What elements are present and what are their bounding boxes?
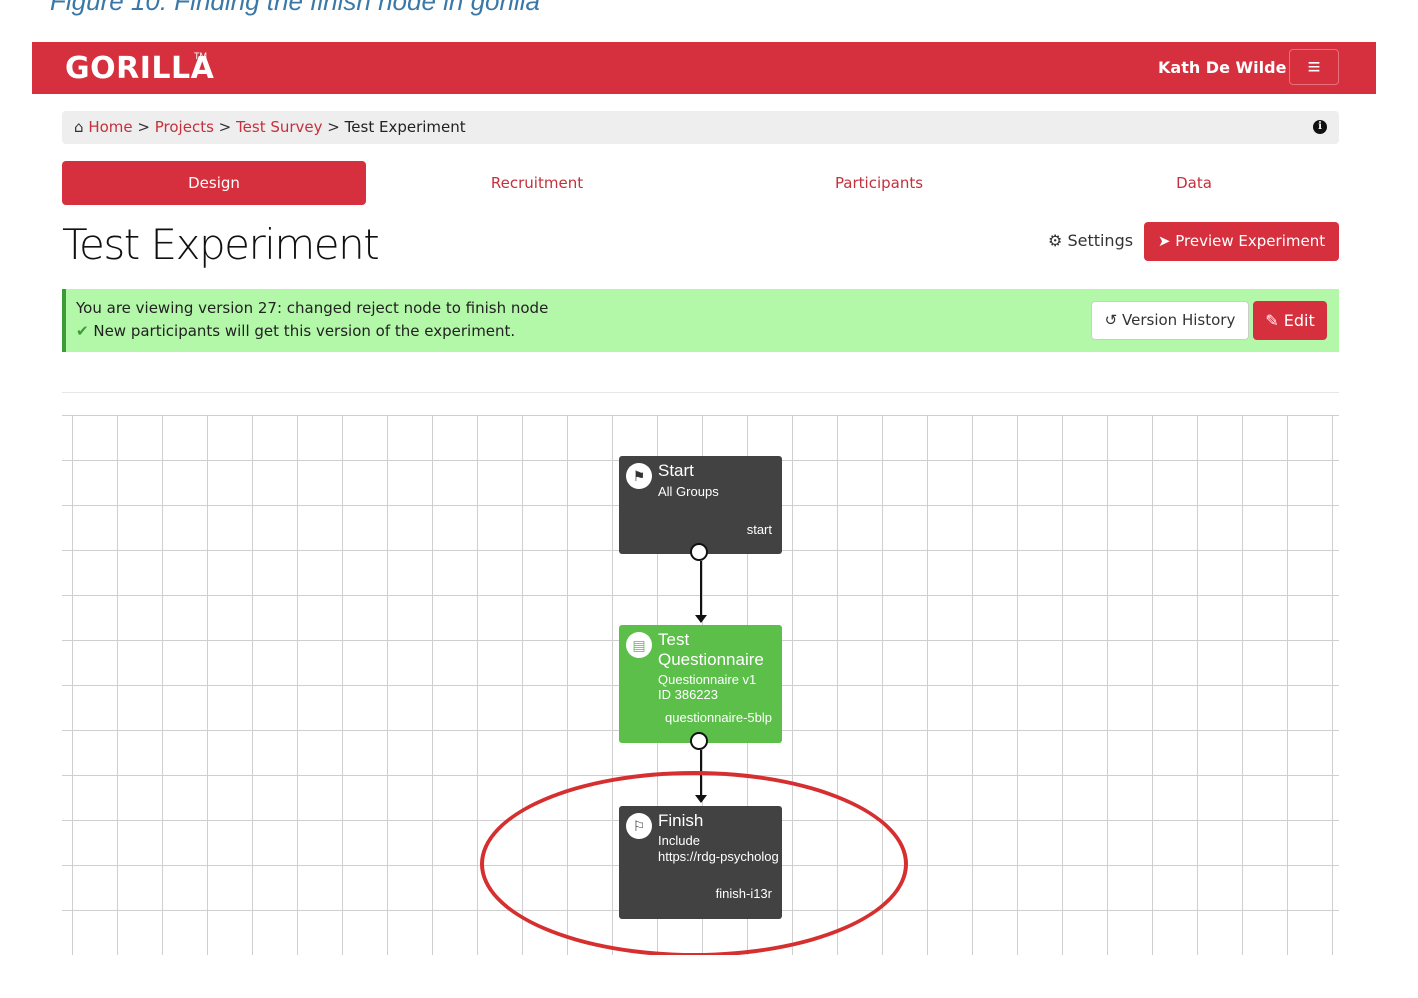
breadcrumb-test-survey[interactable]: Test Survey [236,118,322,136]
list-icon: ▤ [626,632,652,658]
version-info: You are viewing version 27: changed reje… [76,299,549,317]
breadcrumb-home[interactable]: Home [88,118,132,136]
settings-button[interactable]: ⚙ Settings [1048,231,1133,250]
connection-line [700,561,702,615]
home-icon: ⌂ [74,118,84,136]
tab-participants[interactable]: Participants [784,161,974,205]
menu-button[interactable]: ≡ [1289,49,1339,85]
settings-label: Settings [1067,231,1134,250]
start-node[interactable]: ⚑ Start All Groups start [619,456,782,554]
history-icon: ↺ [1104,311,1118,329]
top-navbar: GORILLA TM Kath De Wilde ≡ [32,42,1376,94]
version-history-label: Version History [1122,311,1236,329]
breadcrumb-separator: > [218,118,232,136]
trademark-mark: TM [194,51,207,61]
gorilla-logo[interactable]: GORILLA [65,51,214,86]
section-divider [62,392,1339,393]
breadcrumb: ⌂ Home > Projects > Test Survey > Test E… [62,111,1339,144]
preview-label: Preview Experiment [1175,232,1326,250]
pencil-icon: ✎ [1265,311,1279,330]
node-title: Start [658,461,694,480]
questionnaire-node[interactable]: ▤ Test Questionnaire Questionnaire v1 ID… [619,625,782,743]
tab-design[interactable]: Design [62,161,366,205]
node-subtitle: ID 386223 [658,687,718,702]
info-icon[interactable]: i [1313,120,1327,134]
version-alert: You are viewing version 27: changed reje… [62,289,1339,352]
gear-icon: ⚙ [1048,231,1063,250]
url-overflow-text [842,852,1322,860]
experiment-tree-canvas[interactable]: ⚑ Start All Groups start ▤ Test Question… [62,415,1339,955]
arrow-head [695,615,707,623]
node-subtitle: All Groups [658,484,719,499]
node-subtitle: Questionnaire v1 [658,672,757,687]
tab-recruitment[interactable]: Recruitment [442,161,632,205]
flag-icon: ⚑ [626,463,652,489]
breadcrumb-projects[interactable]: Projects [155,118,214,136]
output-connector[interactable] [690,732,708,750]
check-icon: ✔ [76,322,89,340]
edit-button[interactable]: ✎ Edit [1253,301,1327,340]
version-history-button[interactable]: ↺ Version History [1091,301,1249,340]
highlight-ellipse [480,771,908,955]
tab-data[interactable]: Data [1144,161,1244,205]
preview-experiment-button[interactable]: ➤ Preview Experiment [1144,222,1339,261]
node-id: questionnaire-5blp [665,710,772,725]
user-name[interactable]: Kath De Wilde [1158,58,1286,77]
edit-label: Edit [1283,311,1315,330]
hamburger-icon: ≡ [1307,54,1321,79]
page-title: Test Experiment [62,220,380,269]
node-id: start [746,522,772,537]
output-connector[interactable] [690,543,708,561]
version-note-text: New participants will get this version o… [93,322,516,340]
paper-plane-icon: ➤ [1157,232,1171,250]
breadcrumb-separator: > [137,118,150,136]
version-note: ✔ New participants will get this version… [76,322,515,340]
node-title: Test Questionnaire [658,630,764,669]
figure-caption: Figure 10: Finding the finish node in go… [50,0,540,16]
breadcrumb-separator: > [327,118,340,136]
tab-bar: Design Recruitment Participants Data [62,161,1339,205]
breadcrumb-current: Test Experiment [344,118,466,136]
